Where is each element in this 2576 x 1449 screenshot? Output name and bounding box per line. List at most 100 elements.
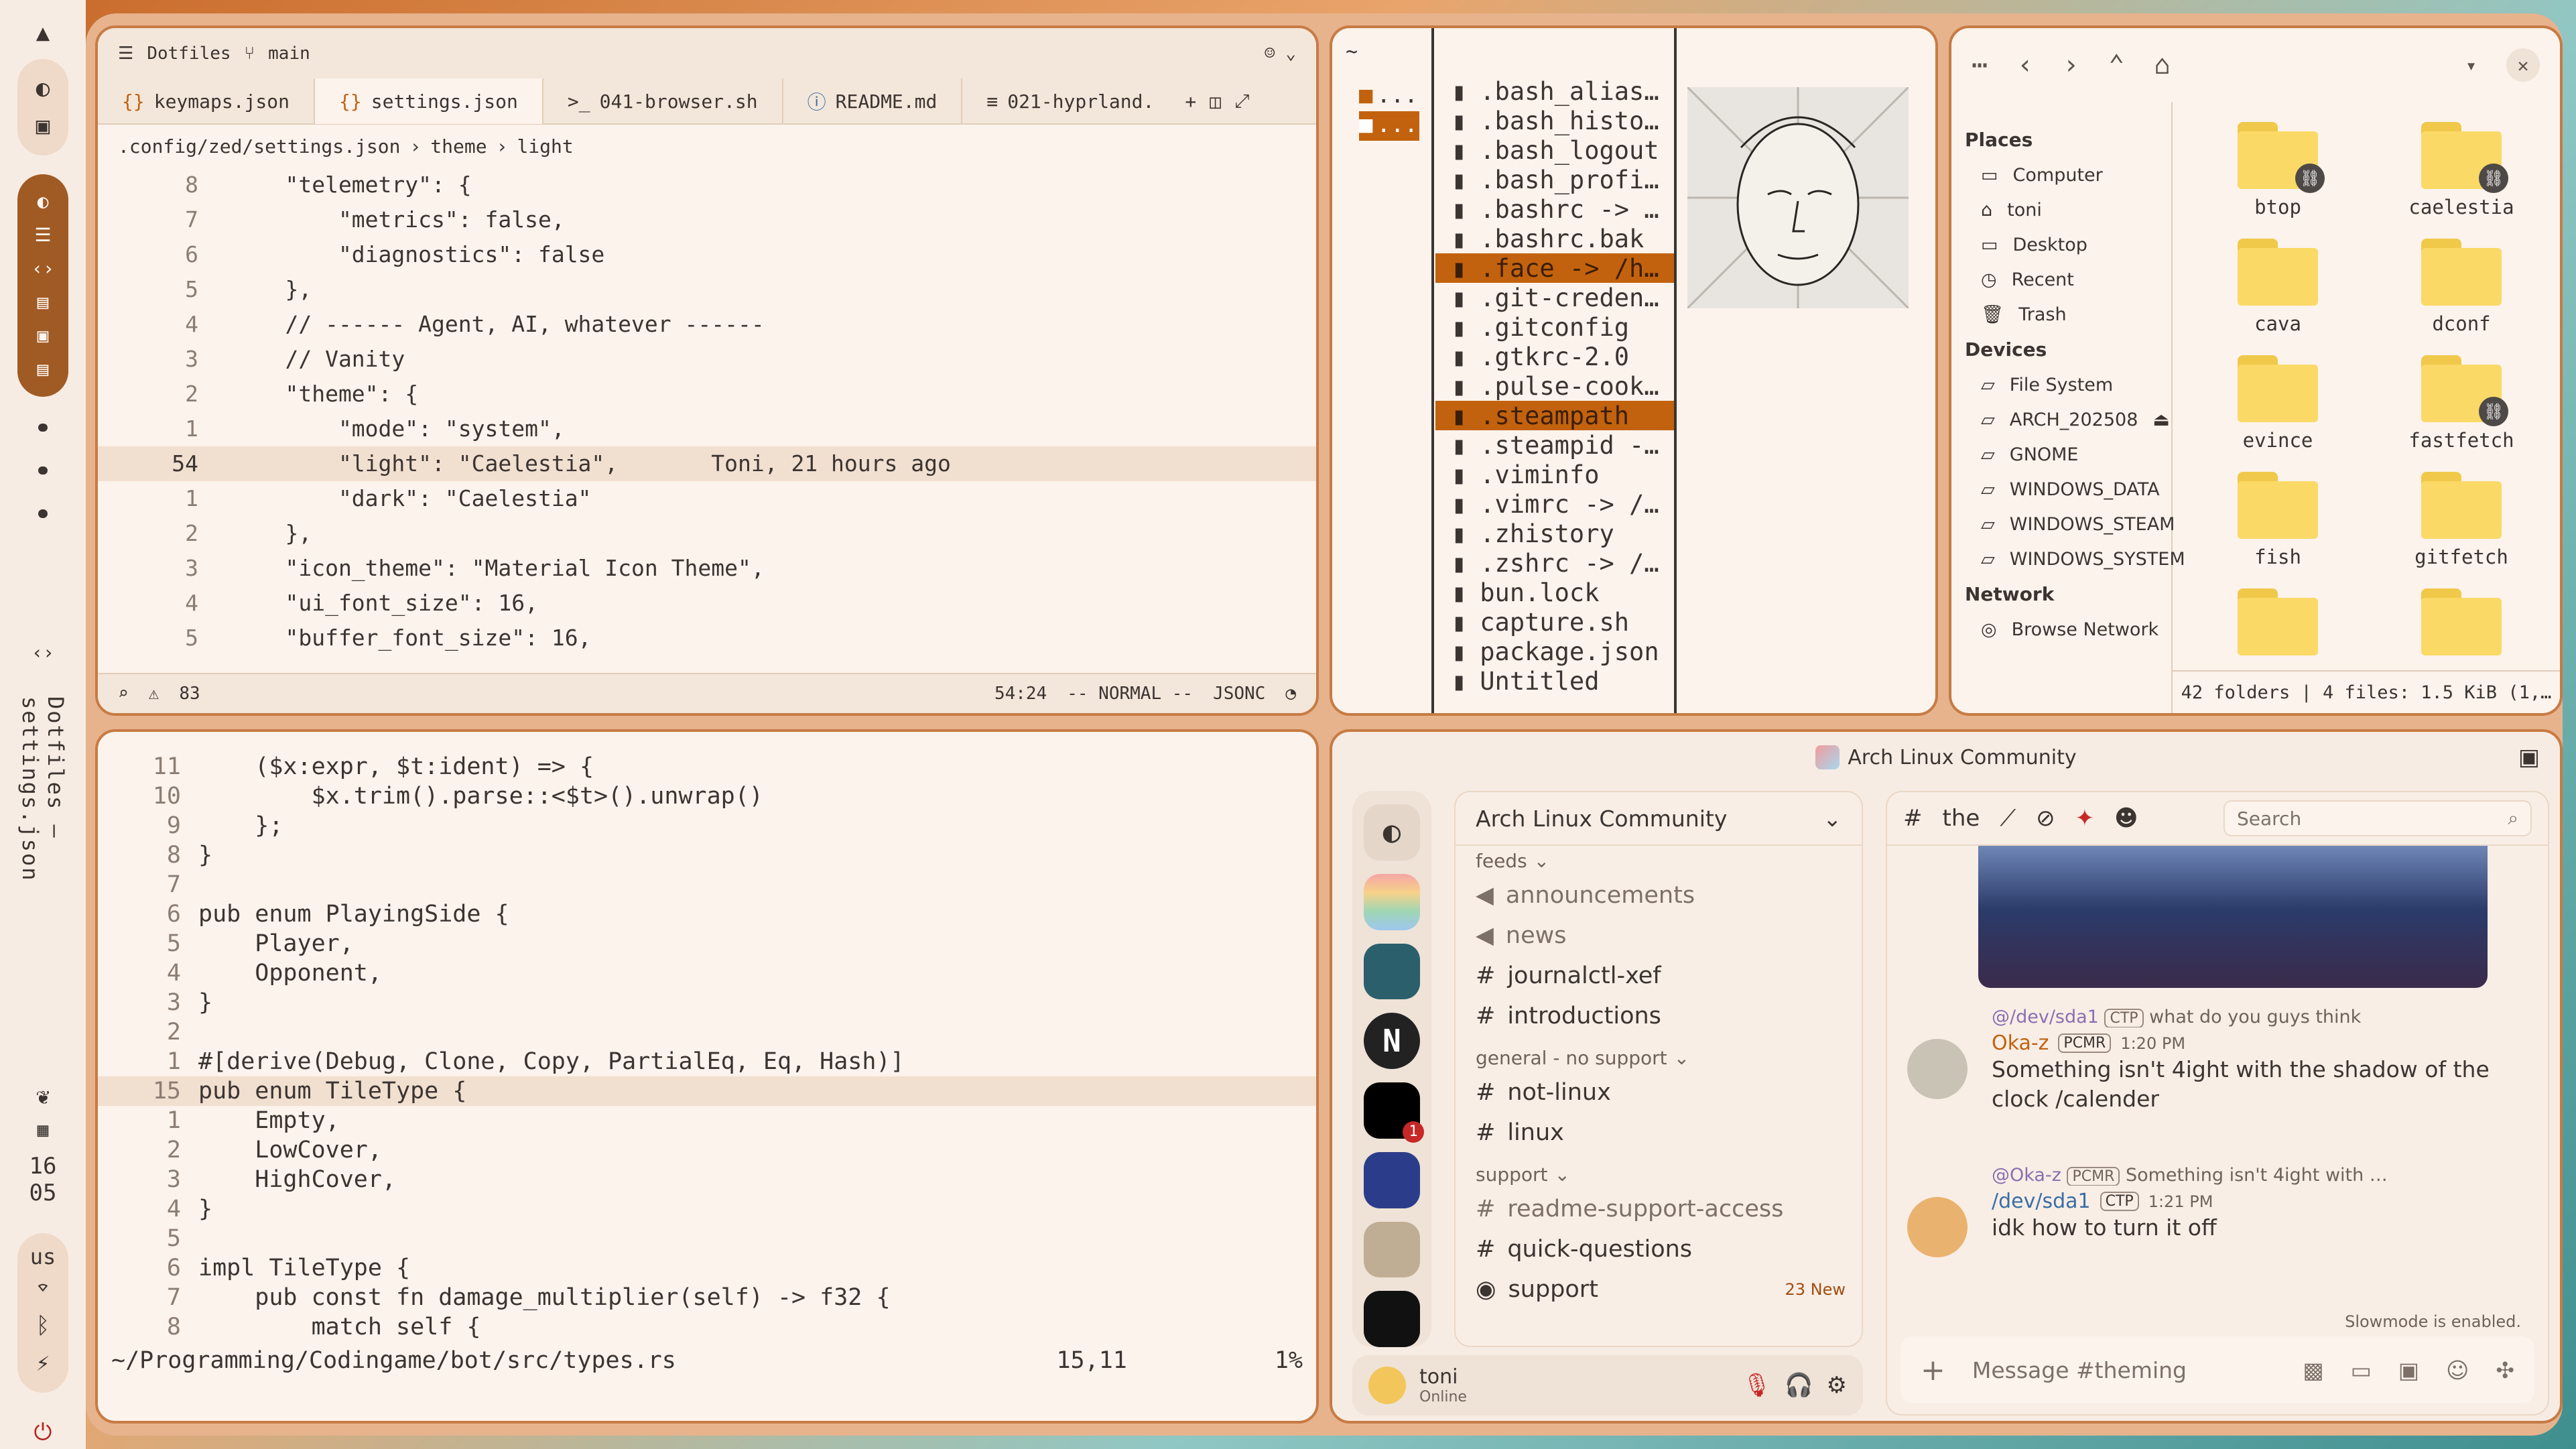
file-entry[interactable]: ▮ .viminfo [1435,460,1675,489]
username[interactable]: toni [1419,1365,1467,1389]
code-line[interactable]: 6 "diagnostics": false [98,237,1316,272]
code-line[interactable]: 4} [98,1194,1316,1224]
server-icon[interactable]: N [1364,1013,1420,1069]
code-icon[interactable]: ‹› [24,252,62,286]
server-icon[interactable]: 1 [1364,1082,1424,1143]
code-line[interactable]: 8} [98,840,1316,870]
file-entry[interactable]: ▮ .gitconfig [1435,312,1675,342]
code-line[interactable]: 8 match self { [98,1312,1316,1342]
search-icon[interactable]: ⌕ [118,684,129,704]
avatar[interactable] [1907,1197,1968,1257]
lf-file-manager-window[interactable]: ~ ■... ■... ▮ .bash_alias… ▮ .bash_histo… ▮.… [1330,25,1938,716]
code-line[interactable]: 7 [98,870,1316,899]
file-entry[interactable]: ▮ .zshrc -> /… [1435,548,1675,578]
category-feeds[interactable]: feeds ⌄ [1456,846,1862,875]
workspace-pill-top[interactable]: ◐ ▣ [17,58,68,155]
arch-logo-icon[interactable]: ▲ [24,16,62,50]
code-line[interactable]: 9 }; [98,811,1316,840]
reply-preview[interactable]: @Oka-z PCMR Something isn't 4ight with … [1901,1165,2534,1186]
sidebar-item-device[interactable]: ▱ WINDOWS_SYSTEM [1965,542,2185,576]
threads-icon[interactable]: ⟋ [2000,805,2016,832]
message-author[interactable]: Oka-z [1992,1031,2049,1055]
folder-item[interactable]: gitfetch [2370,472,2553,568]
file-entry[interactable]: ▮ .bash_alias… [1435,76,1675,106]
folder-item[interactable] [2186,588,2370,662]
code-line[interactable]: 54 "light": "Caelestia", Toni, 21 hours … [98,446,1316,481]
breadcrumb-item[interactable]: light [517,135,573,158]
search-input[interactable]: Search ⌕ [2224,800,2532,836]
code-line[interactable]: 4 // ------ Agent, AI, whatever ------ [98,307,1316,342]
server-icon[interactable] [1364,1291,1420,1347]
message-author[interactable]: /dev/sda1 [1992,1190,2091,1213]
calendar-icon[interactable]: ▦ [24,1113,62,1147]
headphones-icon[interactable]: 🎧 [1785,1372,1813,1399]
sidebar-item-home[interactable]: ⌂ toni [1965,192,2171,227]
folder-item[interactable] [2370,588,2553,662]
file-entry[interactable]: ▮ package.json [1435,637,1675,666]
language[interactable]: JSONC [1213,684,1265,704]
code-line[interactable]: 2 }, [98,516,1316,551]
file-entry[interactable]: ▮ capture.sh [1435,607,1675,637]
sidebar-item-computer[interactable]: ▭ Computer [1965,158,2171,192]
new-tab-icon[interactable]: + [1178,90,1203,113]
folder-grid[interactable]: ⛓ btop ⛓ caelestia cava dconf evince ⛓ fastfetch… [2186,122,2553,662]
inbox-icon[interactable]: ▣ [2518,744,2540,771]
clock[interactable]: 16 05 [29,1153,57,1206]
parent-pane[interactable]: ■... ■... [1359,82,1419,141]
code-line[interactable]: 1 "dark": "Caelestia" [98,481,1316,516]
sidebar-item-device[interactable]: ▱ File System [1965,367,2171,402]
file-entry[interactable]: ▮ bun.lock [1435,578,1675,607]
project-name[interactable]: Dotfiles [147,44,231,64]
window-icon[interactable]: ▣ [24,319,62,353]
moon-icon[interactable]: ◐ [24,70,62,107]
file-entry[interactable]: ▮ .bashrc -> … [1435,194,1675,224]
terminal-icon[interactable]: ▤ [24,286,62,319]
server-arch[interactable] [1364,873,1420,930]
battery-icon[interactable]: ⚡ [24,1344,62,1382]
files-window[interactable]: ⋯ ‹ › ⌃ ⌂ ▾ ✕ Places ▭ Computer ⌂ toni ▭ De… [1949,25,2563,716]
folder-item[interactable]: ⛓ fastfetch [2370,355,2553,452]
code-line[interactable]: 6 pub enum PlayingSide { [98,899,1316,929]
file-entry[interactable]: ▮ .zhistory [1435,519,1675,548]
avatar[interactable]: ☺ ⌄ [1265,44,1296,64]
file-entry[interactable]: ▮ .steampid -… [1435,430,1675,460]
emoji-icon[interactable]: ☺ [2446,1357,2469,1383]
diagnostics-icon[interactable]: ⚠ [149,684,159,704]
up-icon[interactable]: ⌃ [2108,50,2124,80]
bluetooth-icon[interactable]: ᛒ [24,1307,62,1344]
code-line[interactable]: 8 "telemetry": { [98,168,1316,202]
channel-quick-questions[interactable]: # quick-questions [1456,1229,1862,1269]
channel-journalctl[interactable]: # journalctl-xef [1456,956,1862,996]
file-entry[interactable]: ▮ .gtkrc-2.0 [1435,342,1675,371]
channel-linux[interactable]: # linux [1456,1113,1862,1153]
list-item[interactable]: ■... [1359,82,1419,111]
notes-icon[interactable]: ☰ [24,218,62,252]
sidebar-item-device[interactable]: ▱ GNOME [1965,437,2171,472]
notification-icon[interactable]: ⊘ [2036,805,2055,832]
add-icon[interactable]: + [1921,1353,1945,1387]
sidebar-item-desktop[interactable]: ▭ Desktop [1965,227,2171,262]
code-line[interactable]: 2 "theme": { [98,377,1316,412]
category-support[interactable]: support ⌄ [1456,1159,1862,1189]
folder-item[interactable]: fish [2186,472,2370,568]
window-icon[interactable]: ▤ [24,353,62,386]
warning-count[interactable]: 83 [179,684,200,704]
sidebar-item-device[interactable]: ▱ ARCH_202508 ⏏ [1965,402,2171,437]
code-line[interactable]: 4 Opponent, [98,958,1316,988]
tray-icon[interactable]: ❦ [24,1080,62,1113]
workspace-dot[interactable] [38,466,48,475]
file-entry[interactable]: ▮ .git-creden… [1435,283,1675,312]
back-icon[interactable]: ‹ [2017,50,2033,80]
code-line[interactable]: 2 LowCover, [98,1135,1316,1165]
code-line[interactable]: 4 "ui_font_size": 16, [98,586,1316,621]
code-area[interactable]: 8 "telemetry": {7 "metrics": false, 6 "di… [98,168,1316,655]
keyboard-layout[interactable]: us [30,1244,56,1269]
sidebar-item-network[interactable]: ◎ Browse Network [1965,612,2171,647]
file-entry[interactable]: ▮ .bash_profi… [1435,165,1675,194]
code-line[interactable]: 6 impl TileType { [98,1253,1316,1283]
mute-icon[interactable]: 🎙 [1742,1372,1771,1399]
moon-icon[interactable]: ◐ [24,185,62,218]
vim-buffer[interactable]: 11 ($x:expr, $t:ident) => {10 $x.trim().… [98,752,1316,1342]
more-icon[interactable]: ⋯ [1972,50,1988,80]
file-list[interactable]: ▮ .bash_alias… ▮ .bash_histo… ▮ .bash_logout ▮… [1435,76,1675,696]
